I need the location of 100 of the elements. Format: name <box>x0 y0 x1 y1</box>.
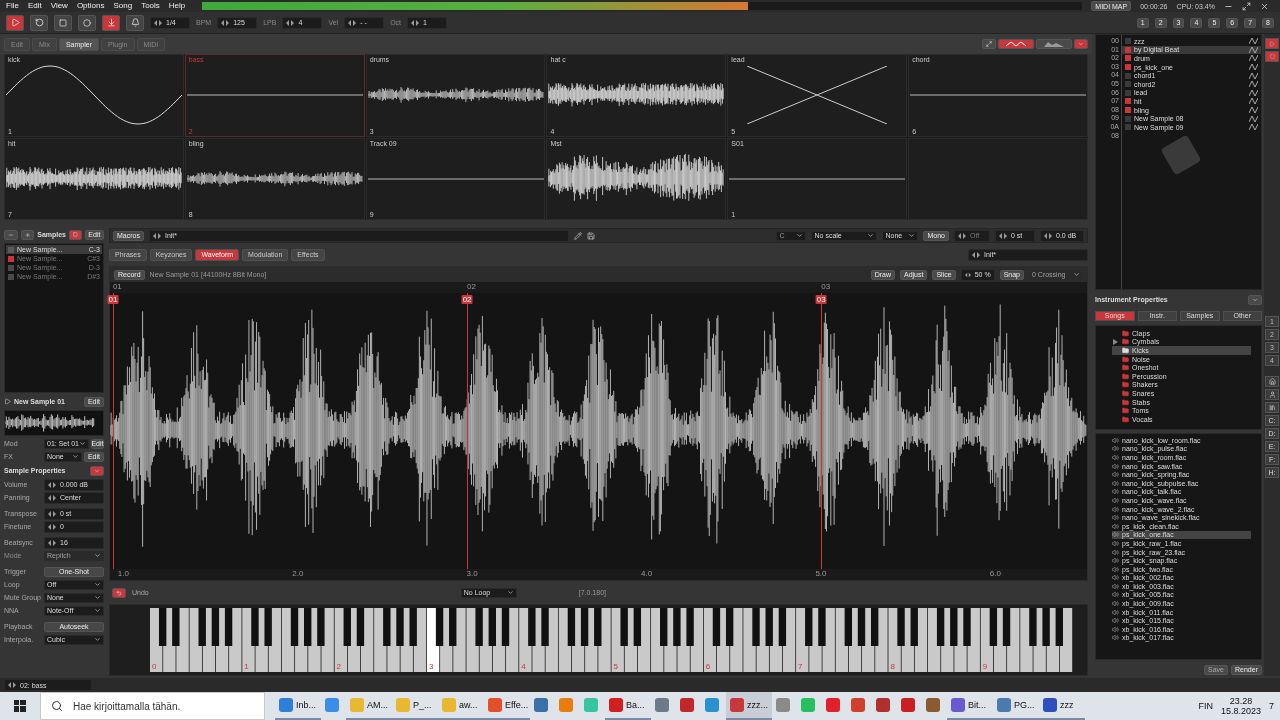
user-icon <box>1268 391 1276 398</box>
save-icon[interactable] <box>586 231 595 240</box>
undo-checkbox[interactable] <box>112 587 126 598</box>
time-label: 4.0 <box>641 569 653 579</box>
spin-arrows-icon[interactable] <box>48 510 56 517</box>
app-label: zzz <box>1060 700 1074 710</box>
spin-arrows-icon[interactable] <box>286 19 295 26</box>
spin-arrows-icon[interactable] <box>8 682 16 688</box>
time-label: 5.0 <box>815 569 827 579</box>
taskbar-app[interactable]: Bit... <box>947 692 993 720</box>
taskbar-app[interactable]: P_... <box>392 692 438 720</box>
taskbar-app[interactable]: zzz... <box>726 692 772 720</box>
app-label: aw... <box>459 700 478 710</box>
dropdown-caret-icon[interactable] <box>867 232 875 239</box>
spin-arrows-icon[interactable] <box>152 232 161 239</box>
octave-label: 5 <box>613 662 618 671</box>
spin-arrows-icon[interactable] <box>411 19 420 26</box>
maximize-icon[interactable] <box>1241 1 1251 11</box>
spectrum-view-button[interactable] <box>1036 39 1072 49</box>
slice-line[interactable] <box>821 293 823 569</box>
home-button[interactable] <box>1265 376 1279 387</box>
wave-icon <box>1006 41 1026 47</box>
taskbar-app[interactable]: Inb... <box>275 692 321 720</box>
slice-marker[interactable]: 02 <box>461 295 473 304</box>
spin-arrows-icon[interactable] <box>958 232 966 239</box>
piano-keyboard-drawing[interactable] <box>150 608 1073 672</box>
menu-item[interactable]: Tools <box>141 1 160 11</box>
slice-marker[interactable]: 03 <box>815 295 827 304</box>
taskbar-app[interactable]: AM... <box>346 692 392 720</box>
spin-arrows-icon[interactable] <box>1044 232 1052 239</box>
spin-arrows-icon[interactable] <box>999 232 1007 239</box>
octave-label: 8 <box>890 662 895 671</box>
loop-button[interactable] <box>30 14 48 31</box>
spin-arrows-icon[interactable] <box>154 19 162 26</box>
app-label: Effe... <box>505 700 529 710</box>
remove-button[interactable] <box>4 229 18 240</box>
stop-button[interactable] <box>54 14 72 31</box>
dropdown-caret-icon[interactable] <box>796 232 804 239</box>
taskbar-app[interactable]: aw... <box>438 692 484 720</box>
octave-label: 4 <box>521 662 526 671</box>
spin-arrows-icon[interactable] <box>972 251 980 258</box>
loop-icon <box>34 18 44 27</box>
menu-item[interactable]: Song <box>113 1 133 11</box>
play-icon <box>10 18 20 27</box>
stop-icon <box>59 18 67 27</box>
taskbar-app[interactable]: Effe... <box>484 692 530 720</box>
play-icon[interactable] <box>4 398 11 405</box>
menu-item[interactable]: Options <box>76 1 105 11</box>
taskbar-app[interactable]: zzz <box>1039 692 1085 720</box>
spin-arrows-icon[interactable] <box>221 19 230 26</box>
ruler-label: 03 <box>821 282 831 292</box>
search-input[interactable]: Hae kirjoittamalla tähän. <box>71 699 254 713</box>
dropdown-caret-icon[interactable] <box>94 636 101 643</box>
sample-keyzone-button[interactable] <box>69 229 82 240</box>
spin-arrows-icon[interactable] <box>48 494 56 501</box>
play-icon <box>1269 40 1275 47</box>
clock-time: 23.28 <box>1229 696 1253 706</box>
clock-date: 15.8.2023 <box>1220 706 1261 716</box>
play-button[interactable] <box>6 14 24 31</box>
slice-line[interactable] <box>112 293 114 569</box>
dropdown-caret-icon[interactable] <box>908 232 916 239</box>
close-icon[interactable] <box>1259 1 1269 11</box>
spin-arrows-icon[interactable] <box>48 481 56 488</box>
menu-item[interactable]: View <box>50 1 68 11</box>
edit-icon[interactable] <box>573 231 582 240</box>
collapse-button[interactable] <box>1248 294 1262 305</box>
expand-arrow-icon[interactable] <box>1113 338 1118 345</box>
edit-mode-button[interactable] <box>102 14 120 31</box>
octave-label: 2 <box>336 662 342 671</box>
spin-arrows-icon[interactable] <box>964 271 971 278</box>
spin-arrows-icon[interactable] <box>48 523 56 530</box>
spin-arrows-icon[interactable] <box>48 539 56 546</box>
taskbar-app[interactable]: Ba... <box>605 692 651 720</box>
menu-item[interactable]: Edit <box>27 1 42 11</box>
app-label: PG... <box>1014 700 1035 710</box>
spin-arrows-icon[interactable] <box>348 19 357 26</box>
record-button[interactable] <box>78 14 96 31</box>
waveform-view-button[interactable] <box>998 39 1034 49</box>
app-label: Ba... <box>626 700 645 710</box>
time-label: 1.0 <box>117 569 129 579</box>
menu-item[interactable]: Help <box>168 1 186 11</box>
dropdown-caret-icon[interactable] <box>506 589 514 596</box>
add-button[interactable] <box>20 229 35 240</box>
detach-button[interactable] <box>982 39 996 49</box>
taskbar-app[interactable]: PG... <box>993 692 1039 720</box>
app-label: zzz... <box>747 700 768 710</box>
notification-count[interactable]: 7 <box>1269 701 1274 711</box>
dropdown-caret-icon[interactable] <box>1073 271 1080 278</box>
slice-line[interactable] <box>467 293 469 569</box>
collapse-button[interactable] <box>90 465 104 476</box>
input-language[interactable]: FIN <box>1198 701 1213 711</box>
home-icon <box>1268 378 1276 385</box>
library-button[interactable] <box>1265 402 1279 413</box>
search-field[interactable]: Hae kirjoittamalla tähän. <box>40 692 265 720</box>
slice-marker[interactable]: 01 <box>107 295 119 304</box>
metronome-button[interactable] <box>126 14 144 31</box>
user-button[interactable] <box>1265 389 1279 400</box>
collapse-button[interactable] <box>1074 39 1088 49</box>
menu-item[interactable]: File <box>6 1 19 11</box>
octave-label: 0 <box>152 662 157 671</box>
